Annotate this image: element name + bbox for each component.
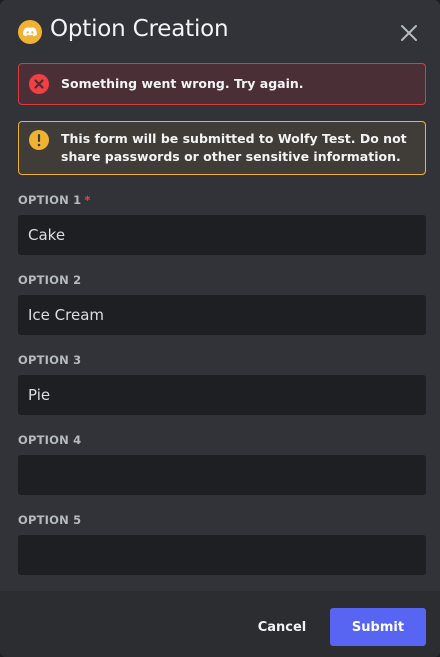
option-1-input[interactable]: [18, 215, 426, 255]
error-message: Something went wrong. Try again.: [61, 76, 304, 91]
error-alert: Something went wrong. Try again.: [18, 63, 426, 105]
option-4-input[interactable]: [18, 455, 426, 495]
warning-message: This form will be submitted to Wolfy Tes…: [61, 130, 413, 166]
option-4-label: OPTION 4: [18, 433, 82, 447]
option-2-input[interactable]: [18, 295, 426, 335]
warning-exclamation-icon: [29, 130, 49, 150]
option-3-input[interactable]: [18, 375, 426, 415]
submit-button[interactable]: Submit: [330, 608, 426, 646]
modal-footer: Cancel Submit: [0, 591, 440, 657]
warning-alert: This form will be submitted to Wolfy Tes…: [18, 121, 426, 175]
close-icon[interactable]: [398, 22, 420, 44]
cancel-button[interactable]: Cancel: [246, 608, 318, 646]
discord-logo-icon: [18, 20, 42, 44]
option-1-label: OPTION 1 *: [18, 193, 91, 207]
warning-text-before: This form will be submitted to: [61, 131, 278, 146]
warning-app-name: Wolfy Test: [277, 131, 351, 146]
option-5-label: OPTION 5: [18, 513, 82, 527]
option-creation-modal: Option Creation Something went wrong. Tr…: [0, 0, 440, 657]
option-1-label-text: OPTION 1: [18, 193, 82, 207]
modal-header: Option Creation: [0, 0, 440, 62]
option-5-input[interactable]: [18, 535, 426, 575]
modal-title: Option Creation: [50, 16, 229, 42]
error-circle-x-icon: [29, 74, 49, 94]
option-2-label: OPTION 2: [18, 273, 82, 287]
option-3-label: OPTION 3: [18, 353, 82, 367]
required-marker: *: [84, 193, 91, 207]
